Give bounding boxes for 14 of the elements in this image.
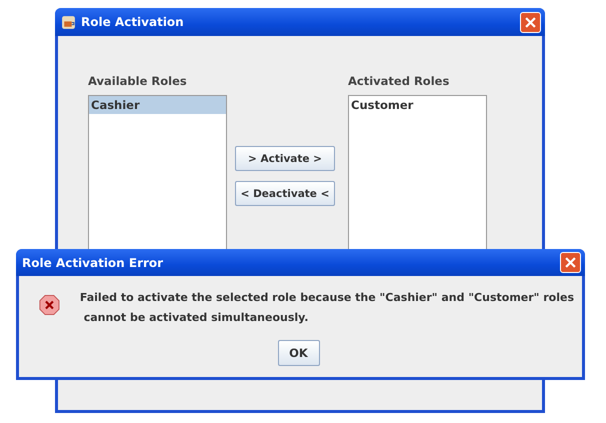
- list-label: Available Roles: [88, 74, 188, 88]
- ok-button[interactable]: OK: [278, 340, 320, 366]
- close-button[interactable]: [560, 252, 581, 273]
- error-icon: [39, 292, 60, 318]
- list-item[interactable]: Customer: [349, 96, 486, 114]
- close-icon: [525, 16, 536, 28]
- close-button[interactable]: [520, 12, 541, 32]
- close-icon: [565, 257, 576, 268]
- window-title: Role Activation: [81, 15, 185, 29]
- coffee-cup-icon: [61, 14, 76, 30]
- list-item[interactable]: Cashier: [89, 96, 226, 114]
- list-label: Activated Roles: [348, 74, 450, 88]
- move-button[interactable]: > Activate >: [235, 146, 335, 171]
- move-button[interactable]: < Deactivate <: [235, 181, 335, 206]
